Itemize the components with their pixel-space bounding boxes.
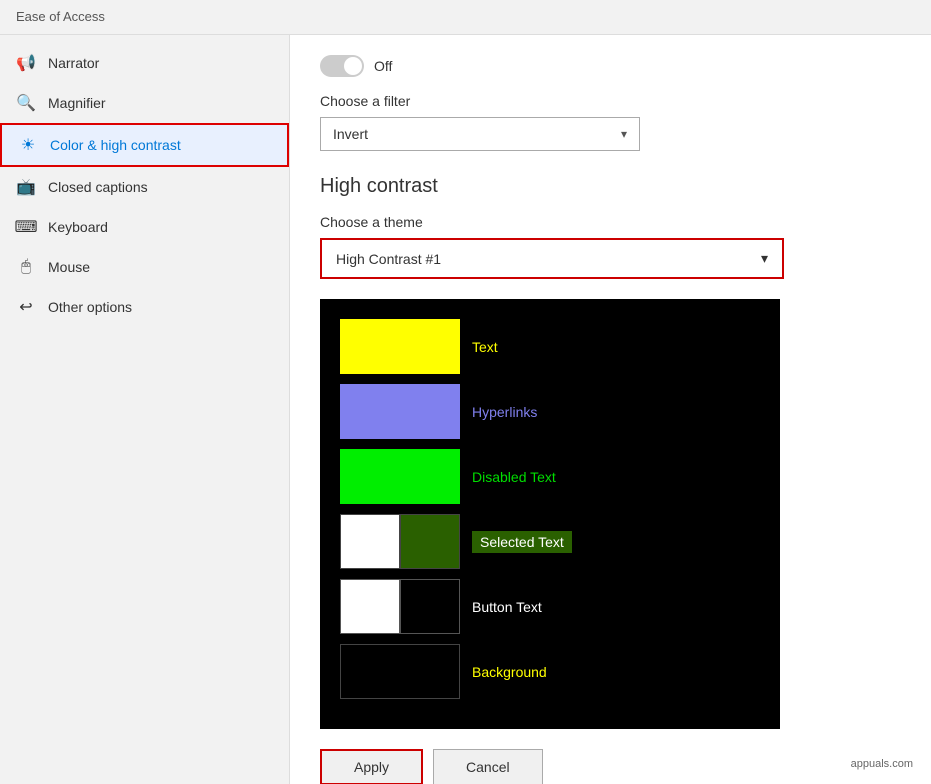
theme-dropdown-wrapper: High Contrast #1 ▾ xyxy=(320,238,784,279)
captions-icon: 📺 xyxy=(16,177,36,197)
cancel-button[interactable]: Cancel xyxy=(433,749,543,784)
section-title: High contrast xyxy=(320,175,901,198)
text-preview-label: Text xyxy=(472,339,498,355)
toggle-row: Off xyxy=(320,55,901,77)
sidebar-item-label: Mouse xyxy=(48,259,90,275)
sidebar-item-other-options[interactable]: ↩ Other options xyxy=(0,287,289,327)
theme-value: High Contrast #1 xyxy=(336,251,441,267)
filter-dropdown[interactable]: Invert ▾ xyxy=(320,117,640,151)
preview-row-button-text: Button Text xyxy=(340,579,760,634)
preview-row-selected-text: Selected Text xyxy=(340,514,760,569)
color-filter-toggle[interactable] xyxy=(320,55,364,77)
sidebar-item-narrator[interactable]: 📢 Narrator xyxy=(0,43,289,83)
button-row: Apply Cancel xyxy=(320,749,901,784)
apply-button[interactable]: Apply xyxy=(320,749,423,784)
background-preview-label: Background xyxy=(472,664,547,680)
button-text-swatch-black[interactable] xyxy=(400,579,460,634)
preview-row-hyperlinks: Hyperlinks xyxy=(340,384,760,439)
selected-text-preview-label: Selected Text xyxy=(472,531,572,553)
contrast-preview: Text Hyperlinks Disabled Text xyxy=(320,299,780,729)
filter-section: Choose a filter Invert ▾ xyxy=(320,93,901,151)
hyperlinks-color-swatch[interactable] xyxy=(340,384,460,439)
watermark: appuals.com xyxy=(843,754,921,774)
sidebar-item-label: Keyboard xyxy=(48,219,108,235)
sidebar-item-color-high-contrast[interactable]: ☀ Color & high contrast xyxy=(0,123,289,167)
sidebar-item-label: Color & high contrast xyxy=(50,137,181,153)
sidebar: 📢 Narrator 🔍 Magnifier ☀ Color & high co… xyxy=(0,35,290,784)
chevron-down-icon: ▾ xyxy=(761,250,768,267)
selected-text-swatch-green[interactable] xyxy=(400,514,460,569)
disabled-text-preview-label: Disabled Text xyxy=(472,469,556,485)
sidebar-item-closed-captions[interactable]: 📺 Closed captions xyxy=(0,167,289,207)
hyperlinks-preview-label: Hyperlinks xyxy=(472,404,537,420)
preview-row-background: Background xyxy=(340,644,760,699)
selected-text-swatches xyxy=(340,514,460,569)
preview-row-disabled-text: Disabled Text xyxy=(340,449,760,504)
disabled-text-color-swatch[interactable] xyxy=(340,449,460,504)
header-title: Ease of Access xyxy=(16,9,105,24)
narrator-icon: 📢 xyxy=(16,53,36,73)
background-color-swatch[interactable] xyxy=(340,644,460,699)
selected-text-swatch-white[interactable] xyxy=(340,514,400,569)
sidebar-item-label: Magnifier xyxy=(48,95,106,111)
mouse-icon: 🖱 xyxy=(16,257,36,277)
toggle-knob xyxy=(344,57,362,75)
preview-row-text: Text xyxy=(340,319,760,374)
toggle-label: Off xyxy=(374,58,392,74)
chevron-down-icon: ▾ xyxy=(621,127,627,141)
sidebar-item-mouse[interactable]: 🖱 Mouse xyxy=(0,247,289,287)
sidebar-item-label: Narrator xyxy=(48,55,99,71)
text-color-swatch[interactable] xyxy=(340,319,460,374)
main-layout: 📢 Narrator 🔍 Magnifier ☀ Color & high co… xyxy=(0,35,931,784)
high-contrast-section: High contrast Choose a theme High Contra… xyxy=(320,175,901,784)
header: Ease of Access xyxy=(0,0,931,35)
button-text-swatches xyxy=(340,579,460,634)
sidebar-item-keyboard[interactable]: ⌨ Keyboard xyxy=(0,207,289,247)
filter-label: Choose a filter xyxy=(320,93,901,109)
button-text-swatch-white[interactable] xyxy=(340,579,400,634)
sidebar-item-label: Other options xyxy=(48,299,132,315)
theme-dropdown[interactable]: High Contrast #1 ▾ xyxy=(322,240,782,277)
keyboard-icon: ⌨ xyxy=(16,217,36,237)
other-icon: ↩ xyxy=(16,297,36,317)
brightness-icon: ☀ xyxy=(18,135,38,155)
theme-label: Choose a theme xyxy=(320,214,901,230)
magnifier-icon: 🔍 xyxy=(16,93,36,113)
sidebar-item-magnifier[interactable]: 🔍 Magnifier xyxy=(0,83,289,123)
sidebar-item-label: Closed captions xyxy=(48,179,148,195)
content-area: Off Choose a filter Invert ▾ High contra… xyxy=(290,35,931,784)
button-text-preview-label: Button Text xyxy=(472,599,542,615)
filter-value: Invert xyxy=(333,126,368,142)
